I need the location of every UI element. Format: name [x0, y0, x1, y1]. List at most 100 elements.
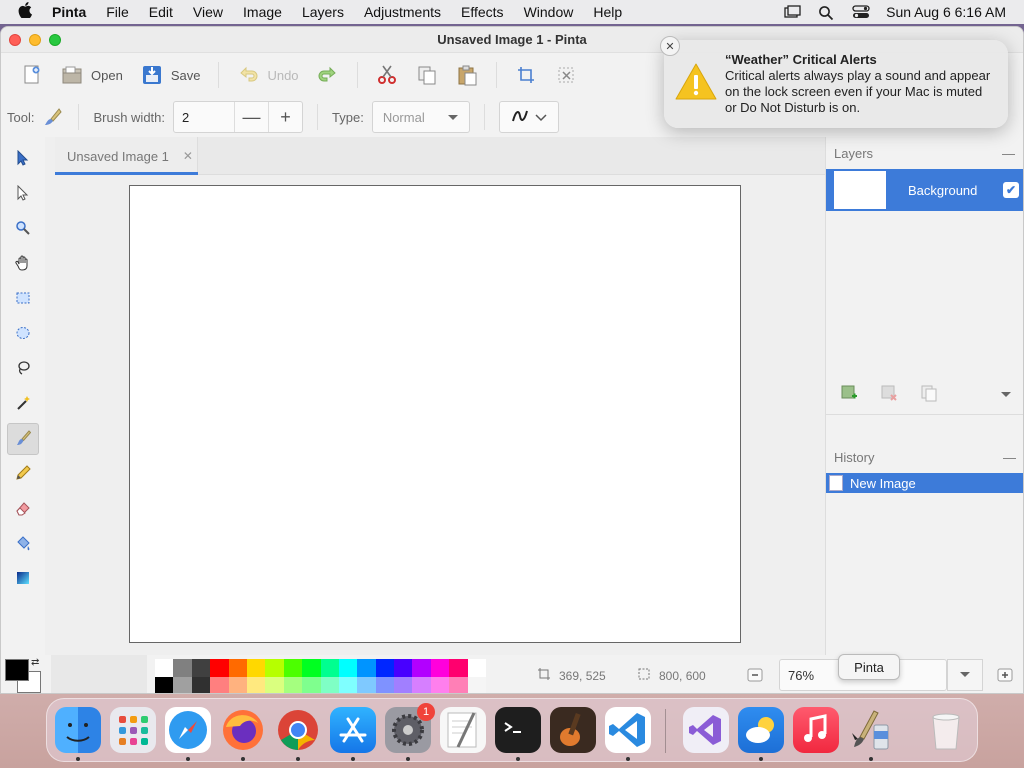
palette-color-swatch[interactable]: [265, 659, 284, 677]
palette-color-swatch[interactable]: [155, 659, 174, 677]
zoom-in-button[interactable]: [997, 667, 1013, 686]
music-icon[interactable]: [793, 707, 839, 753]
menu-file[interactable]: File: [106, 4, 129, 20]
menu-app-name[interactable]: Pinta: [52, 4, 86, 20]
palette-color-swatch[interactable]: [173, 659, 192, 677]
palette-color-swatch[interactable]: [449, 659, 468, 677]
undo-button[interactable]: Undo: [231, 59, 304, 91]
collapse-panel-icon[interactable]: —: [1002, 146, 1015, 161]
palette-color-swatch[interactable]: [338, 659, 358, 677]
magic-wand-tool[interactable]: [7, 388, 39, 420]
menu-image[interactable]: Image: [243, 4, 282, 20]
ellipse-select-tool[interactable]: [7, 318, 39, 350]
layer-item-background[interactable]: Background ✔: [826, 169, 1023, 211]
palette-color-swatch[interactable]: [228, 659, 247, 677]
palette-color-swatch[interactable]: [375, 677, 395, 693]
redo-button[interactable]: [311, 59, 345, 91]
swap-colors-icon[interactable]: ⇄: [31, 657, 39, 668]
palette-color-swatch[interactable]: [320, 659, 339, 677]
palette-color-swatch[interactable]: [338, 677, 358, 693]
palette-color-swatch[interactable]: [467, 659, 487, 677]
layer-visibility-checkbox[interactable]: ✔: [1003, 182, 1019, 198]
gradient-tool[interactable]: [7, 563, 39, 595]
antialiasing-select[interactable]: [498, 101, 559, 133]
menu-effects[interactable]: Effects: [461, 4, 504, 20]
palette-color-swatch[interactable]: [394, 659, 413, 677]
weather-icon[interactable]: [738, 707, 784, 753]
eraser-tool[interactable]: [7, 493, 39, 525]
palette-color-swatch[interactable]: [210, 677, 229, 693]
menu-adjustments[interactable]: Adjustments: [364, 4, 441, 20]
paint-bucket-tool[interactable]: [7, 528, 39, 560]
crop-to-selection-button[interactable]: [509, 59, 543, 91]
collapse-panel-icon[interactable]: —: [1003, 450, 1016, 465]
rectangle-select-tool[interactable]: [7, 283, 39, 315]
palette-color-swatch[interactable]: [155, 677, 174, 693]
palette-color-swatch[interactable]: [210, 659, 229, 677]
spotlight-search-icon[interactable]: [818, 5, 836, 21]
app-store-icon[interactable]: [330, 707, 376, 753]
new-image-button[interactable]: [15, 59, 49, 91]
screen-mirroring-icon[interactable]: [784, 5, 802, 19]
menu-edit[interactable]: Edit: [149, 4, 173, 20]
palette-color-swatch[interactable]: [302, 677, 321, 693]
palette-color-swatch[interactable]: [320, 677, 339, 693]
move-selection-tool[interactable]: [7, 178, 39, 210]
open-button[interactable]: Open: [55, 59, 129, 91]
palette-color-swatch[interactable]: [191, 659, 211, 677]
brush-width-input[interactable]: 2: [174, 110, 234, 125]
palette-color-swatch[interactable]: [467, 677, 487, 693]
textedit-icon[interactable]: [440, 707, 486, 753]
critical-alerts-notification[interactable]: ✕ “Weather” Critical Alerts Critical ale…: [660, 36, 1008, 128]
palette-color-swatch[interactable]: [449, 677, 468, 693]
palette-color-swatch[interactable]: [191, 677, 211, 693]
add-layer-icon[interactable]: [840, 384, 858, 405]
image-canvas[interactable]: [129, 185, 741, 643]
document-tab[interactable]: Unsaved Image 1 ✕: [55, 137, 198, 175]
save-button[interactable]: Save: [135, 59, 207, 91]
paintbrush-tool[interactable]: [7, 423, 39, 455]
menu-help[interactable]: Help: [593, 4, 622, 20]
brush-width-increase-button[interactable]: +: [268, 102, 302, 132]
chrome-icon[interactable]: [275, 707, 321, 753]
menu-window[interactable]: Window: [524, 4, 574, 20]
brush-width-decrease-button[interactable]: —: [234, 102, 268, 132]
palette-color-swatch[interactable]: [246, 677, 266, 693]
palette-color-swatch[interactable]: [302, 659, 321, 677]
palette-color-swatch[interactable]: [173, 677, 192, 693]
palette-color-swatch[interactable]: [412, 677, 431, 693]
finder-icon[interactable]: [55, 707, 101, 753]
delete-layer-icon[interactable]: [880, 384, 898, 405]
layer-menu-chevron-icon[interactable]: [1000, 387, 1012, 402]
palette-color-swatch[interactable]: [228, 677, 247, 693]
close-tab-icon[interactable]: ✕: [183, 149, 193, 163]
palette-color-swatch[interactable]: [283, 677, 303, 693]
brush-type-select[interactable]: Normal: [371, 101, 470, 133]
control-center-icon[interactable]: [852, 5, 870, 19]
duplicate-layer-icon[interactable]: [920, 384, 938, 405]
deselect-button[interactable]: [549, 59, 583, 91]
garageband-icon[interactable]: [550, 707, 596, 753]
zoom-dropdown-button[interactable]: [947, 659, 983, 691]
history-item[interactable]: New Image: [826, 473, 1023, 493]
zoom-out-button[interactable]: [747, 667, 763, 686]
pencil-tool[interactable]: [7, 458, 39, 490]
palette-color-swatch[interactable]: [283, 659, 303, 677]
palette-color-swatch[interactable]: [430, 677, 450, 693]
pinta-icon[interactable]: [848, 707, 894, 753]
copy-button[interactable]: [410, 59, 444, 91]
lasso-select-tool[interactable]: [7, 353, 39, 385]
safari-icon[interactable]: [165, 707, 211, 753]
notification-close-icon[interactable]: ✕: [660, 36, 680, 56]
cut-button[interactable]: [370, 59, 404, 91]
palette-color-swatch[interactable]: [430, 659, 450, 677]
vscode-icon[interactable]: [605, 707, 651, 753]
system-settings-icon[interactable]: 1: [385, 703, 435, 753]
primary-color-swatch[interactable]: [5, 659, 29, 681]
menubar-clock[interactable]: Sun Aug 6 6:16 AM: [886, 4, 1006, 20]
palette-color-swatch[interactable]: [265, 677, 284, 693]
terminal-icon[interactable]: [495, 707, 541, 753]
launchpad-icon[interactable]: [110, 707, 156, 753]
trash-icon[interactable]: [923, 707, 969, 753]
palette-color-swatch[interactable]: [357, 677, 376, 693]
